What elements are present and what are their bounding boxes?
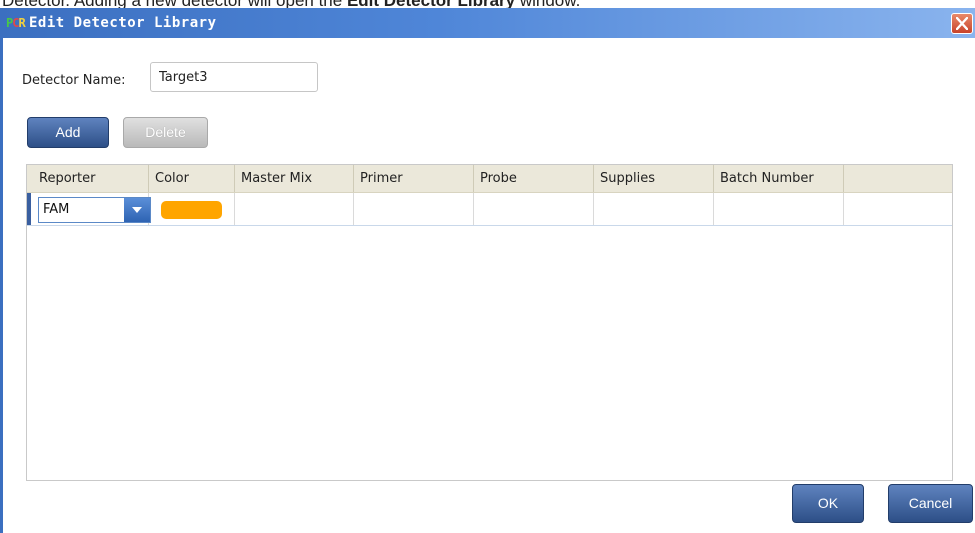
cancel-button[interactable]: Cancel [888, 484, 973, 523]
edit-detector-library-dialog: PCR Edit Detector Library Detector Name:… [0, 8, 975, 533]
dropdown-button[interactable] [124, 198, 150, 222]
column-header-probe[interactable]: Probe [474, 165, 594, 192]
chevron-down-icon [132, 207, 142, 213]
app-logo-icon: PCR [6, 16, 26, 30]
close-icon [956, 17, 968, 30]
primer-cell[interactable] [354, 193, 474, 225]
add-button[interactable]: Add [27, 117, 109, 148]
caption-suffix: window. [515, 0, 580, 8]
window-title: Edit Detector Library [29, 15, 217, 31]
reporter-value: FAM [43, 202, 70, 217]
column-header-batch-number[interactable]: Batch Number [714, 165, 844, 192]
column-header-reporter[interactable]: Reporter [33, 165, 149, 192]
column-header-master-mix[interactable]: Master Mix [235, 165, 354, 192]
reporter-cell[interactable]: FAM [31, 193, 151, 225]
title-bar[interactable]: PCR Edit Detector Library [0, 8, 975, 38]
column-header-primer[interactable]: Primer [354, 165, 474, 192]
reporter-dropdown[interactable]: FAM [38, 197, 151, 223]
column-header-supplies[interactable]: Supplies [594, 165, 714, 192]
dialog-body: Detector Name: Add Delete Reporter Color… [0, 38, 975, 533]
ok-button[interactable]: OK [792, 484, 864, 523]
table-row[interactable]: FAM [27, 193, 952, 226]
detector-name-input[interactable] [150, 62, 318, 92]
color-cell[interactable] [149, 193, 235, 225]
probe-cell[interactable] [474, 193, 594, 225]
grid-header: Reporter Color Master Mix Primer Probe S… [27, 165, 952, 193]
detector-name-label: Detector Name: [22, 73, 126, 88]
caption-bold: Edit Detector Library [347, 0, 515, 8]
batch-number-cell[interactable] [714, 193, 844, 225]
page-caption: Detector. Adding a new detector will ope… [0, 0, 975, 8]
master-mix-cell[interactable] [235, 193, 354, 225]
delete-button[interactable]: Delete [123, 117, 208, 148]
detector-grid: Reporter Color Master Mix Primer Probe S… [26, 164, 953, 481]
supplies-cell[interactable] [594, 193, 714, 225]
color-swatch[interactable] [161, 201, 222, 219]
column-header-color[interactable]: Color [149, 165, 235, 192]
caption-prefix: Detector. Adding a new detector will ope… [2, 0, 347, 8]
close-button[interactable] [951, 13, 973, 34]
